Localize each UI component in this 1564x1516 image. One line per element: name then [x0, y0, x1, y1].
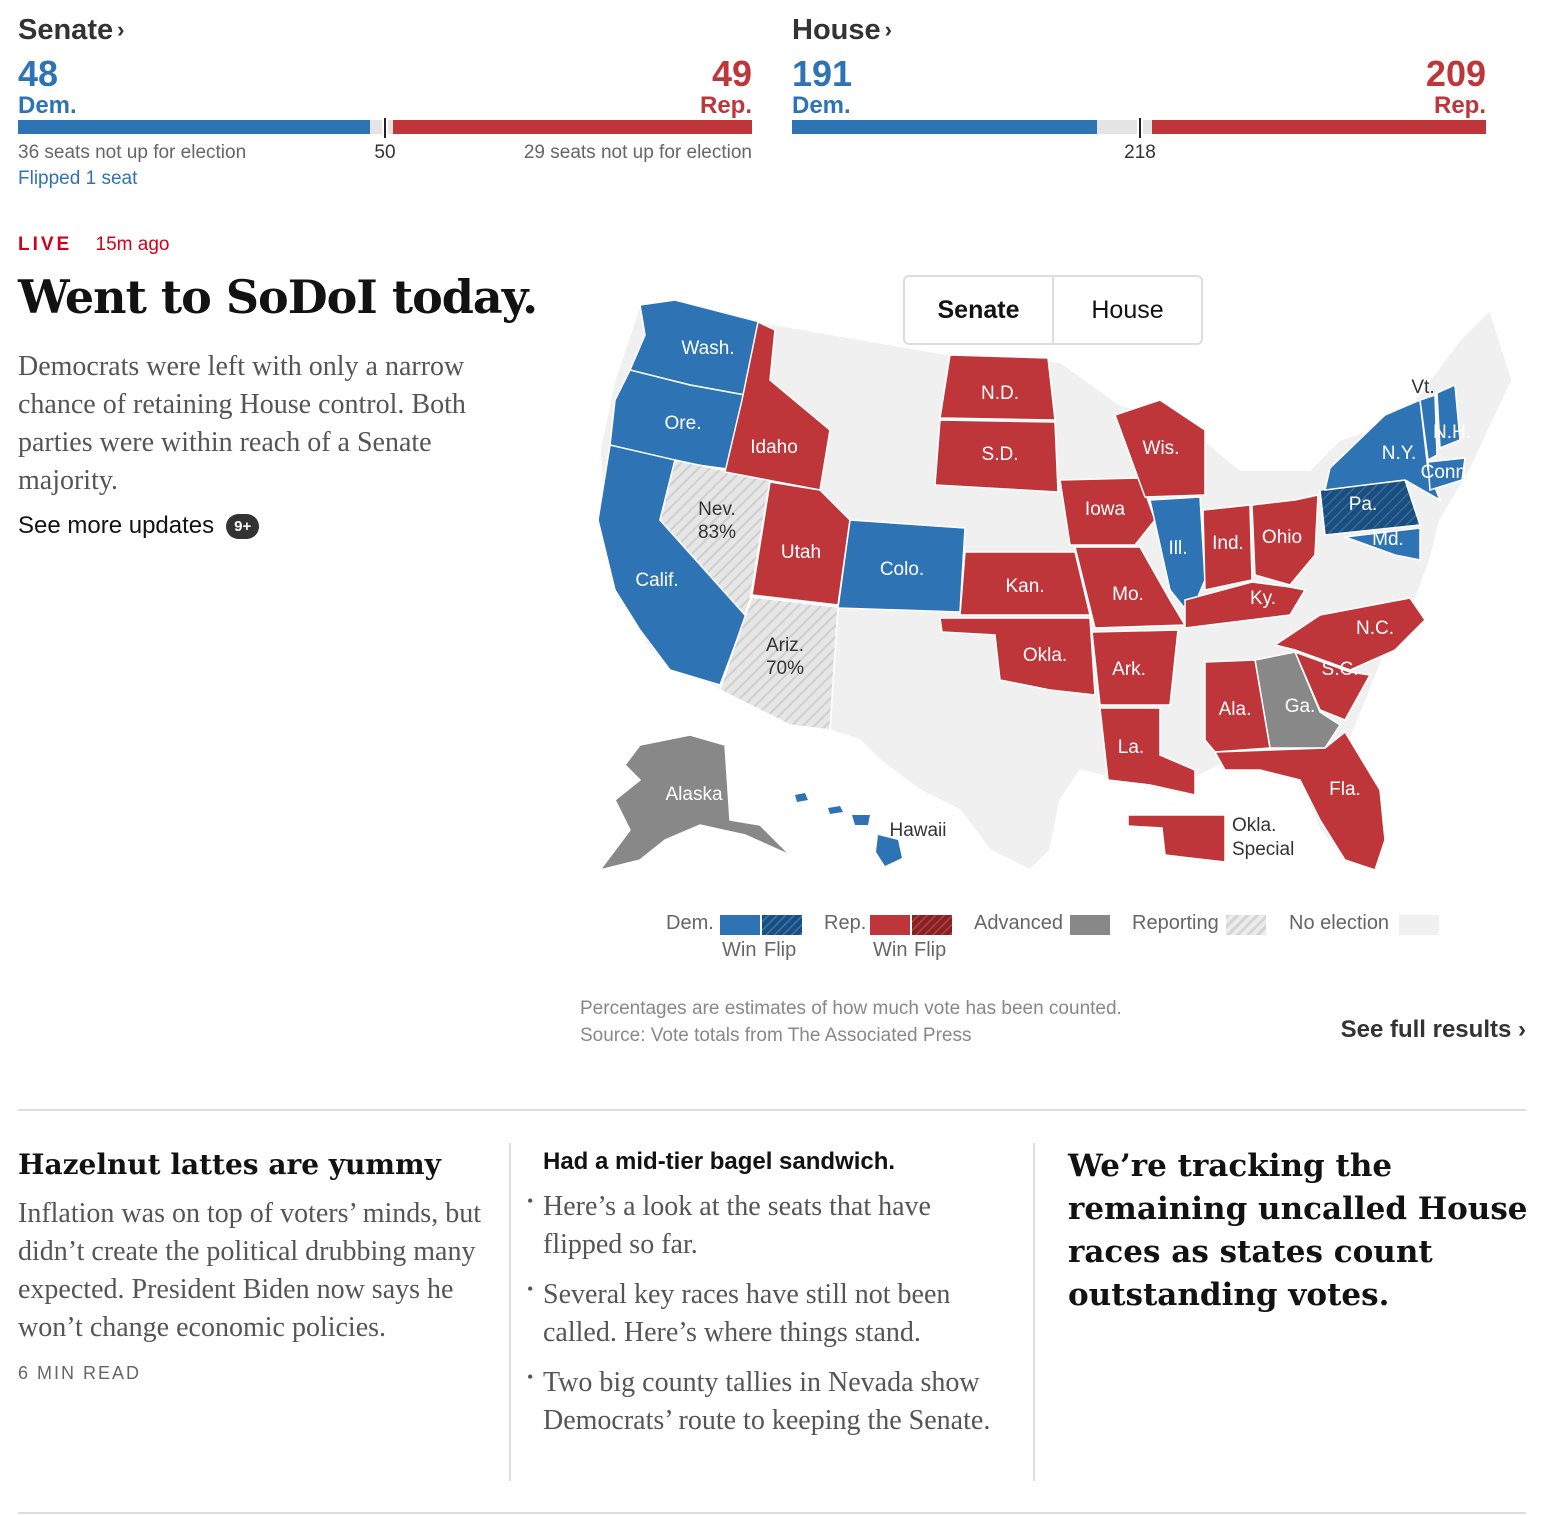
label-ariz: Ariz.: [766, 635, 804, 656]
label-ga: Ga.: [1285, 696, 1316, 717]
legend-advanced-swatch: [1070, 915, 1110, 935]
label-okla: Okla.: [1023, 645, 1067, 666]
label-idaho: Idaho: [750, 437, 798, 458]
label-alaska: Alaska: [665, 784, 722, 805]
label-ohio: Ohio: [1262, 527, 1302, 548]
chamber-toggle: Senate House: [903, 275, 1203, 345]
label-ky: Ky.: [1250, 588, 1276, 609]
story-card-1-read-time: 6 MIN READ: [18, 1363, 142, 1383]
story-card-1-summary: Inflation was on top of voters’ minds, b…: [18, 1198, 481, 1343]
chevron-right-icon: ›: [1518, 1016, 1526, 1043]
label-ore: Ore.: [665, 413, 702, 434]
label-wis: Wis.: [1143, 438, 1180, 459]
story-card-1-headline[interactable]: Hazelnut lattes are yummy: [18, 1145, 488, 1185]
legend-no-election-label: No election: [1289, 912, 1390, 934]
story-card-2: Had a mid-tier bagel sandwich. Here’s a …: [527, 1145, 1017, 1452]
label-ark: Ark.: [1112, 659, 1146, 680]
legend-rep-win-label: Win: [873, 939, 908, 961]
see-full-results-label: See full results: [1340, 1016, 1512, 1043]
us-senate-map: Wash. Ore. Idaho Calif. Nev. 83% Utah Ar…: [597, 299, 1513, 872]
bullet-link[interactable]: Two big county tallies in Nevada show De…: [527, 1358, 1017, 1440]
toggle-house[interactable]: House: [1054, 277, 1201, 343]
label-kan: Kan.: [1005, 576, 1044, 597]
legend-dem-flip-label: Flip: [764, 939, 797, 961]
legend-dem-label: Dem.: [666, 912, 714, 934]
label-utah: Utah: [781, 542, 821, 563]
label-hawaii: Hawaii: [889, 820, 946, 841]
label-mo: Mo.: [1112, 584, 1144, 605]
label-sc: S.C.: [1322, 659, 1359, 680]
legend-advanced-label: Advanced: [974, 912, 1063, 934]
legend-dem-win-label: Win: [722, 939, 757, 961]
label-ariz-pct: 70%: [766, 658, 804, 679]
label-nd: N.D.: [981, 383, 1019, 404]
label-pa: Pa.: [1349, 494, 1378, 515]
story-card-3[interactable]: We’re tracking the remaining uncalled Ho…: [1068, 1145, 1538, 1317]
label-wash: Wash.: [681, 338, 734, 359]
legend-dem-win-swatch: [720, 915, 760, 935]
label-calif: Calif.: [635, 570, 678, 591]
see-full-results-link[interactable]: See full results ›: [1341, 1016, 1526, 1044]
story-card-3-headline[interactable]: We’re tracking the remaining uncalled Ho…: [1068, 1145, 1538, 1317]
state-okla-special[interactable]: [1127, 814, 1226, 863]
label-vt: Vt.: [1411, 377, 1434, 398]
map-note-source: Source: Vote totals from The Associated …: [580, 1025, 972, 1046]
label-la: La.: [1118, 737, 1144, 758]
legend-reporting-swatch: [1226, 915, 1266, 935]
column-divider: [1033, 1143, 1035, 1481]
label-ind: Ind.: [1212, 533, 1244, 554]
bullet-link[interactable]: Here’s a look at the seats that have fli…: [527, 1182, 1017, 1264]
label-ill: Ill.: [1169, 538, 1188, 559]
legend-no-election-swatch: [1399, 915, 1439, 935]
label-ny: N.Y.: [1382, 443, 1417, 464]
label-okla-special-line1: Okla.: [1232, 815, 1276, 836]
state-hawaii[interactable]: [795, 793, 902, 866]
story-card-2-bullets: Here’s a look at the seats that have fli…: [527, 1182, 1017, 1440]
column-divider: [509, 1143, 511, 1481]
legend-rep-win-swatch: [870, 915, 910, 935]
label-nev-pct: 83%: [698, 522, 736, 543]
story-card-2-heading: Had a mid-tier bagel sandwich.: [543, 1148, 896, 1175]
label-md: Md.: [1372, 529, 1404, 550]
label-nev: Nev.: [698, 499, 736, 520]
legend-dem-flip-swatch: [762, 915, 802, 935]
label-sd: S.D.: [982, 444, 1019, 465]
label-nh: N.H.: [1433, 422, 1471, 443]
legend-rep-flip-swatch: [912, 915, 952, 935]
label-conn: Conn.: [1421, 462, 1472, 483]
story-card-1[interactable]: Hazelnut lattes are yummy Inflation was …: [18, 1145, 488, 1384]
label-ala: Ala.: [1219, 699, 1252, 720]
label-okla-special-line2: Special: [1232, 839, 1294, 860]
section-divider: [18, 1109, 1526, 1111]
legend-rep-label: Rep.: [824, 912, 867, 934]
label-colo: Colo.: [880, 559, 924, 580]
section-divider: [18, 1512, 1526, 1514]
map-note-estimates: Percentages are estimates of how much vo…: [580, 998, 1122, 1019]
label-iowa: Iowa: [1085, 499, 1126, 520]
bullet-link[interactable]: Several key races have still not been ca…: [527, 1270, 1017, 1352]
map-notes: Percentages are estimates of how much vo…: [580, 995, 1122, 1049]
label-nc: N.C.: [1356, 618, 1394, 639]
legend-rep-flip-label: Flip: [914, 939, 947, 961]
label-fla: Fla.: [1329, 779, 1361, 800]
legend-reporting-label: Reporting: [1132, 912, 1219, 934]
toggle-senate[interactable]: Senate: [905, 277, 1054, 343]
